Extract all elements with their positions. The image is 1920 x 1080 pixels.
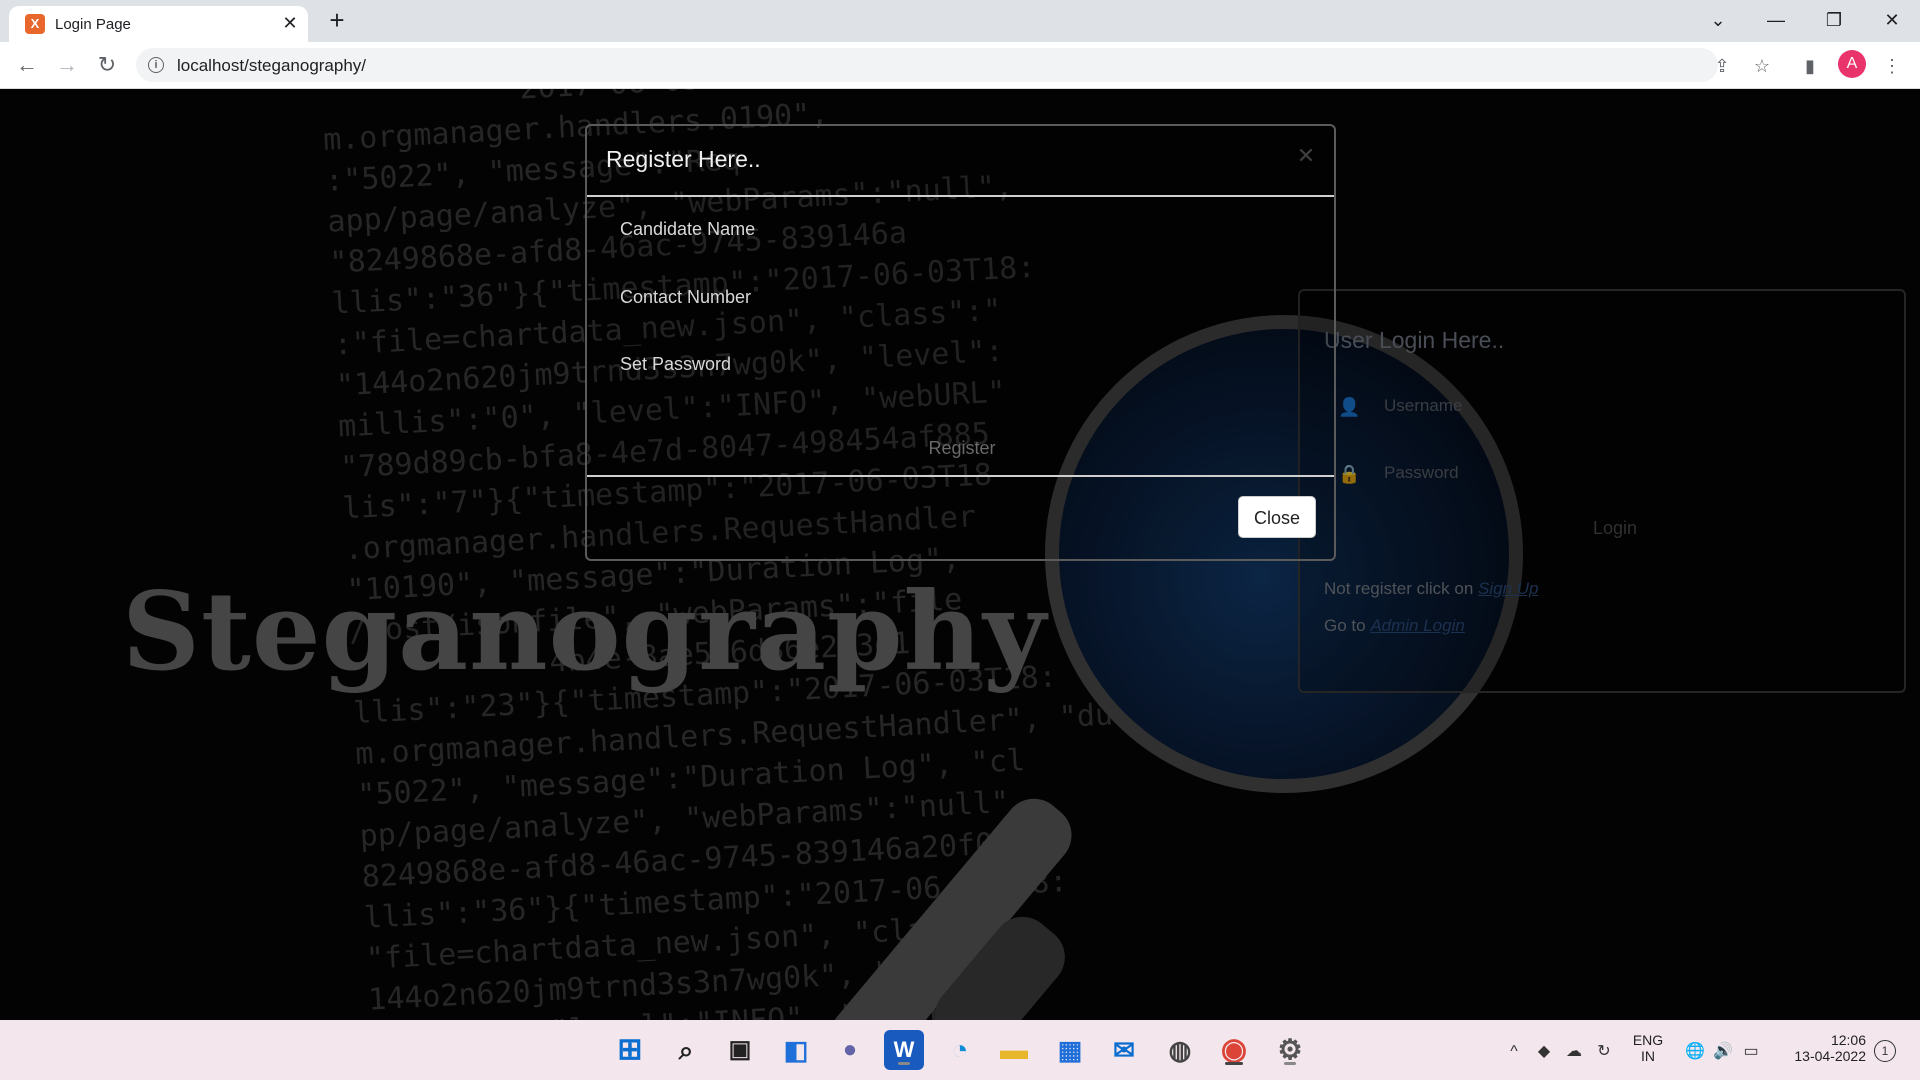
language-indicator[interactable]: ENG IN (1628, 1032, 1668, 1064)
battery-icon[interactable]: ▭ (1740, 1041, 1762, 1063)
candidate-name-input[interactable]: Candidate Name (620, 212, 1300, 246)
modal-close-icon[interactable]: ✕ (1293, 143, 1319, 169)
register-modal: Register Here.. ✕ Candidate Name Contact… (585, 124, 1336, 561)
settings-icon[interactable]: ⚙ (1270, 1030, 1310, 1070)
edge-icon[interactable]: ◔ (940, 1030, 980, 1070)
tab-title: Login Page (55, 16, 131, 33)
onedrive-icon[interactable]: ☁ (1563, 1041, 1585, 1063)
browser-tab-bar: X Login Page ✕ + ⌄ — ❐ ✕ (0, 0, 1920, 42)
tray-overflow-icon[interactable]: ^ (1503, 1041, 1525, 1063)
register-button[interactable]: Register (892, 430, 1032, 466)
share-icon[interactable]: ⇪ (1710, 54, 1734, 78)
menu-kebab-icon[interactable]: ⋮ (1880, 54, 1904, 78)
minimize-button[interactable]: — (1748, 0, 1804, 40)
dropbox-icon[interactable]: ◆ (1533, 1041, 1555, 1063)
word-icon[interactable]: W (884, 1030, 924, 1070)
side-panel-icon[interactable]: ▮ (1798, 54, 1822, 78)
profile-avatar[interactable]: A (1838, 50, 1866, 78)
sync-icon[interactable]: ↻ (1593, 1041, 1615, 1063)
xampp-favicon-icon: X (25, 14, 45, 34)
task-view-icon[interactable]: ▣ (720, 1030, 760, 1070)
windows-taskbar: ⊞ ⌕ ▣ ◧ ● W ◔ ▬ ▦ ✉ ◍ ◉ ⚙ ^ ◆ ☁ ↻ ENG IN… (0, 1020, 1920, 1080)
region-code: IN (1641, 1048, 1655, 1064)
url-text[interactable]: localhost/steganography/ (177, 56, 366, 76)
window-close-button[interactable]: ✕ (1864, 0, 1920, 40)
store-icon[interactable]: ▦ (1050, 1030, 1090, 1070)
modal-footer: Close (587, 475, 1334, 559)
bookmark-star-icon[interactable]: ☆ (1750, 54, 1774, 78)
restore-button[interactable]: ❐ (1806, 0, 1862, 40)
widgets-icon[interactable]: ◧ (776, 1030, 816, 1070)
file-explorer-icon[interactable]: ▬ (994, 1030, 1034, 1070)
app-icon[interactable]: ◍ (1160, 1030, 1200, 1070)
modal-header: Register Here.. ✕ (587, 126, 1334, 197)
tab-close-icon[interactable]: ✕ (280, 13, 300, 33)
network-icon[interactable]: 🌐 (1684, 1041, 1706, 1063)
windows-start-icon[interactable]: ⊞ (610, 1030, 650, 1070)
page-viewport: 2017-06-03T18:43:m.orgmanager.handlers.0… (0, 89, 1920, 1020)
notification-badge[interactable]: 1 (1874, 1040, 1896, 1062)
clock[interactable]: 12:06 13-04-2022 (1776, 1032, 1866, 1064)
chrome-icon[interactable]: ◉ (1214, 1030, 1254, 1070)
language-code: ENG (1632, 1032, 1664, 1048)
reload-button[interactable]: ↻ (92, 50, 122, 80)
teams-chat-icon[interactable]: ● (830, 1030, 870, 1070)
clock-time: 12:06 (1830, 1032, 1866, 1048)
volume-icon[interactable]: 🔊 (1712, 1041, 1734, 1063)
search-icon[interactable]: ⌕ (666, 1030, 706, 1070)
address-bar[interactable]: i localhost/steganography/ ⇪ ☆ (136, 48, 1730, 82)
contact-number-input[interactable]: Contact Number (620, 280, 1300, 314)
close-button[interactable]: Close (1238, 496, 1316, 538)
modal-title: Register Here.. (606, 146, 761, 172)
set-password-input[interactable]: Set Password (620, 347, 1300, 381)
new-tab-button[interactable]: + (323, 6, 351, 34)
tab-search-button[interactable]: ⌄ (1690, 0, 1746, 40)
mail-icon[interactable]: ✉ (1104, 1030, 1144, 1070)
back-button[interactable]: ← (12, 50, 42, 80)
browser-tab[interactable]: X Login Page ✕ (9, 6, 308, 42)
clock-date: 13-04-2022 (1794, 1048, 1866, 1064)
forward-button[interactable]: → (52, 50, 82, 80)
browser-toolbar: ← → ↻ i localhost/steganography/ ⇪ ☆ ☆ ▮… (0, 42, 1920, 89)
site-info-icon[interactable]: i (148, 57, 164, 73)
